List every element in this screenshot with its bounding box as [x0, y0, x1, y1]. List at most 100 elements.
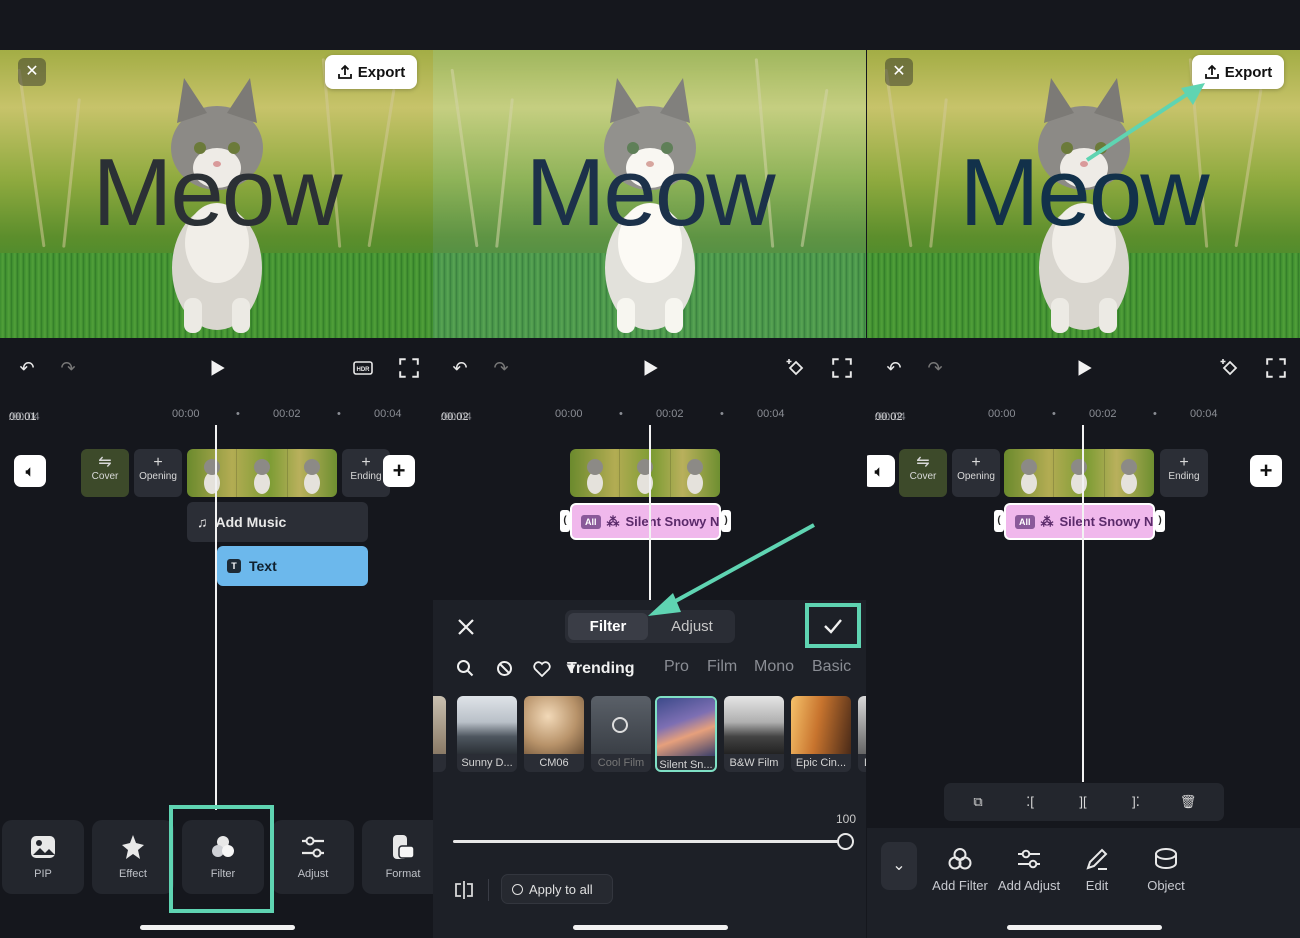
- no-filter-icon[interactable]: [496, 660, 513, 677]
- category-film[interactable]: Film: [707, 658, 737, 676]
- export-button[interactable]: Export: [1192, 55, 1284, 89]
- play-icon[interactable]: [1073, 357, 1095, 379]
- compare-icon[interactable]: [453, 880, 475, 900]
- tool-pip[interactable]: PIP: [2, 820, 84, 894]
- ending-button[interactable]: + Ending: [1160, 449, 1208, 497]
- time-ruler: 00:02/00:04 00:00 • 00:02 • 00:04: [875, 408, 1218, 423]
- playhead[interactable]: [649, 425, 651, 600]
- trim-handle-left[interactable]: (: [994, 510, 1004, 532]
- cover-button[interactable]: ⇋ Cover: [899, 449, 947, 497]
- filter-track[interactable]: All ⁂ Silent Snowy N: [570, 503, 721, 540]
- intensity-slider[interactable]: [453, 840, 844, 843]
- add-clip-button[interactable]: +: [383, 455, 415, 487]
- upload-icon: [1204, 64, 1219, 79]
- play-icon[interactable]: [206, 357, 228, 379]
- filter-thumbnail[interactable]: B&W Film: [724, 696, 784, 772]
- preview-overlay-text[interactable]: Meow: [867, 138, 1300, 248]
- filter-thumbnails: Sunny D... CM06 Cool Film Silent Sn... B…: [433, 696, 866, 772]
- fullscreen-icon[interactable]: [831, 357, 853, 379]
- ruler-tick: 00:04: [757, 408, 785, 420]
- hdr-icon[interactable]: HDR: [352, 357, 374, 379]
- text-track[interactable]: T Text: [217, 546, 368, 586]
- trim-start-icon[interactable]: ⁚[: [1020, 792, 1040, 812]
- duplicate-icon[interactable]: ⧉: [968, 792, 988, 812]
- time-ruler: 00:02/00:04 00:00 • 00:02 • 00:04: [441, 408, 785, 423]
- preview-overlay-text[interactable]: Meow: [433, 138, 866, 248]
- category-mono[interactable]: Mono: [754, 658, 794, 676]
- undo-icon[interactable]: ↶: [883, 357, 905, 379]
- undo-icon[interactable]: ↶: [16, 357, 38, 379]
- delete-icon[interactable]: 🗑︎: [1178, 792, 1198, 812]
- close-icon[interactable]: [457, 618, 475, 636]
- video-clip[interactable]: [570, 449, 720, 497]
- tab-adjust[interactable]: Adjust: [652, 613, 732, 640]
- category-pro[interactable]: Pro: [664, 658, 689, 676]
- close-button[interactable]: ✕: [885, 58, 913, 86]
- video-preview: Meow ✕ Export: [867, 50, 1300, 338]
- filter-highlight: [169, 805, 274, 913]
- filter-track-name: Silent Snowy N: [1059, 514, 1154, 529]
- tool-format[interactable]: Format: [362, 820, 433, 894]
- category-basic[interactable]: Basic: [812, 658, 851, 676]
- trim-handle-right[interactable]: ): [721, 510, 731, 532]
- edit-button[interactable]: Edit: [1064, 846, 1130, 893]
- filter-scope-tag: All: [1015, 514, 1035, 529]
- filter-thumbnail[interactable]: [433, 696, 446, 772]
- trim-end-icon[interactable]: ]⁚: [1126, 792, 1146, 812]
- video-clip[interactable]: [187, 449, 337, 497]
- filter-icon: [948, 848, 972, 870]
- filter-thumbnail[interactable]: Epic Cin...: [791, 696, 851, 772]
- keyframe-add-icon[interactable]: [785, 357, 807, 379]
- trim-handle-right[interactable]: ): [1155, 510, 1165, 532]
- intensity-slider-knob[interactable]: [837, 833, 854, 850]
- tab-filter[interactable]: Filter: [568, 613, 648, 640]
- fullscreen-icon[interactable]: [1265, 357, 1287, 379]
- filter-track-selected[interactable]: All ⁂ Silent Snowy N: [1004, 503, 1155, 540]
- add-clip-button[interactable]: +: [1250, 455, 1282, 487]
- apply-to-all-button[interactable]: Apply to all: [501, 874, 613, 904]
- play-icon[interactable]: [639, 357, 661, 379]
- redo-icon[interactable]: ↷: [57, 357, 79, 379]
- total-time: /00:04: [875, 411, 906, 423]
- undo-icon[interactable]: ↶: [449, 357, 471, 379]
- keyframe-add-icon[interactable]: [1219, 357, 1241, 379]
- mute-button[interactable]: 🔈︎: [14, 455, 46, 487]
- video-clip[interactable]: [1004, 449, 1154, 497]
- ruler-tick: 00:00: [172, 408, 200, 420]
- category-trending[interactable]: Trending ▾: [567, 658, 635, 678]
- filter-thumbnail-selected[interactable]: Silent Sn...: [655, 696, 717, 772]
- trim-handle-left[interactable]: (: [560, 510, 570, 532]
- split-icon[interactable]: ][: [1073, 792, 1093, 812]
- preview-overlay-text[interactable]: Meow: [0, 138, 433, 248]
- mute-button[interactable]: 🔈︎: [867, 455, 895, 487]
- playhead[interactable]: [215, 425, 217, 810]
- confirm-button[interactable]: [805, 603, 861, 648]
- close-button[interactable]: ✕: [18, 58, 46, 86]
- cover-button[interactable]: ⇋ Cover: [81, 449, 129, 497]
- chevron-down-icon[interactable]: ⌄: [881, 842, 917, 890]
- add-filter-button[interactable]: Add Filter: [927, 846, 993, 893]
- ruler-tick: 00:04: [374, 408, 402, 420]
- favorite-icon[interactable]: [533, 661, 551, 677]
- opening-button[interactable]: + Opening: [952, 449, 1000, 497]
- filter-thumbnail[interactable]: D: [858, 696, 866, 772]
- redo-icon[interactable]: ↷: [490, 357, 512, 379]
- filter-icon: ⁂: [1040, 513, 1054, 529]
- tool-adjust[interactable]: Adjust: [272, 820, 354, 894]
- playback-controls: ↶ ↷: [433, 345, 866, 391]
- tool-effect[interactable]: Effect: [92, 820, 174, 894]
- redo-icon[interactable]: ↷: [924, 357, 946, 379]
- ruler-tick: 00:00: [988, 408, 1016, 420]
- playhead[interactable]: [1082, 425, 1084, 782]
- opening-button[interactable]: + Opening: [134, 449, 182, 497]
- filter-sheet: Filter Adjust Trending ▾ Pro Film Mono B…: [433, 600, 866, 938]
- fullscreen-icon[interactable]: [398, 357, 420, 379]
- filter-thumbnail[interactable]: Sunny D...: [457, 696, 517, 772]
- clip-edit-toolbar: ⧉ ⁚[ ][ ]⁚ 🗑︎: [944, 783, 1224, 821]
- filter-thumbnail[interactable]: CM06: [524, 696, 584, 772]
- search-icon[interactable]: [456, 659, 474, 677]
- object-button[interactable]: Object: [1133, 846, 1199, 893]
- filter-thumbnail[interactable]: Cool Film: [591, 696, 651, 772]
- export-button[interactable]: Export: [325, 55, 417, 89]
- add-adjust-button[interactable]: Add Adjust: [996, 846, 1062, 893]
